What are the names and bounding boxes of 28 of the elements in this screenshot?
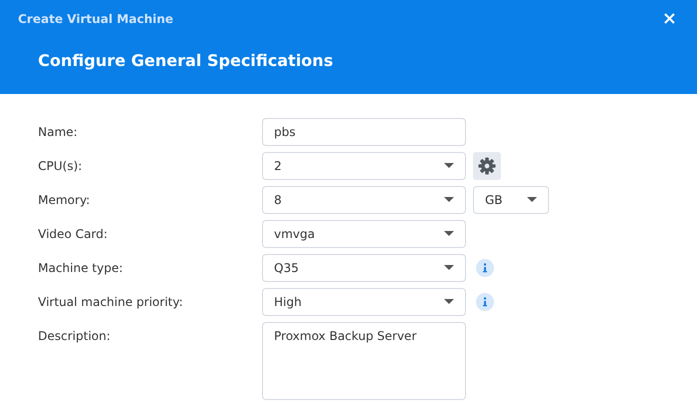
field-label: Video Card: — [38, 226, 109, 243]
field-label: Description: — [38, 328, 112, 345]
select-field[interactable]: 2 — [262, 152, 466, 180]
name-field[interactable]: pbs — [262, 118, 466, 146]
unit-select[interactable]: GB — [473, 186, 549, 214]
select-field[interactable]: Q35 — [262, 254, 466, 282]
close-icon[interactable] — [664, 13, 675, 24]
field-label: CPU(s): — [38, 158, 84, 175]
field-label: Machine type: — [38, 260, 124, 277]
select-field[interactable]: High — [262, 288, 466, 316]
field-label: Memory: — [38, 192, 91, 209]
caret-icon — [444, 231, 454, 237]
select-field[interactable]: 8 — [262, 186, 466, 214]
info-icon[interactable] — [476, 259, 494, 277]
caret-icon — [444, 163, 454, 169]
field-label: Virtual machine priority: — [38, 294, 184, 311]
gear-icon — [478, 157, 496, 175]
field-label: Name: — [38, 124, 78, 141]
select-field[interactable]: vmvga — [262, 220, 466, 248]
caret-icon — [527, 197, 537, 203]
description-field[interactable]: Proxmox Backup Server — [262, 322, 466, 400]
dialog-heading: Configure General Specifications — [37, 50, 334, 70]
caret-icon — [444, 299, 454, 305]
window-title: Create Virtual Machine — [18, 12, 174, 26]
caret-icon — [444, 197, 454, 203]
caret-icon — [444, 265, 454, 271]
settings-button[interactable] — [473, 152, 501, 180]
info-icon[interactable] — [476, 293, 494, 311]
